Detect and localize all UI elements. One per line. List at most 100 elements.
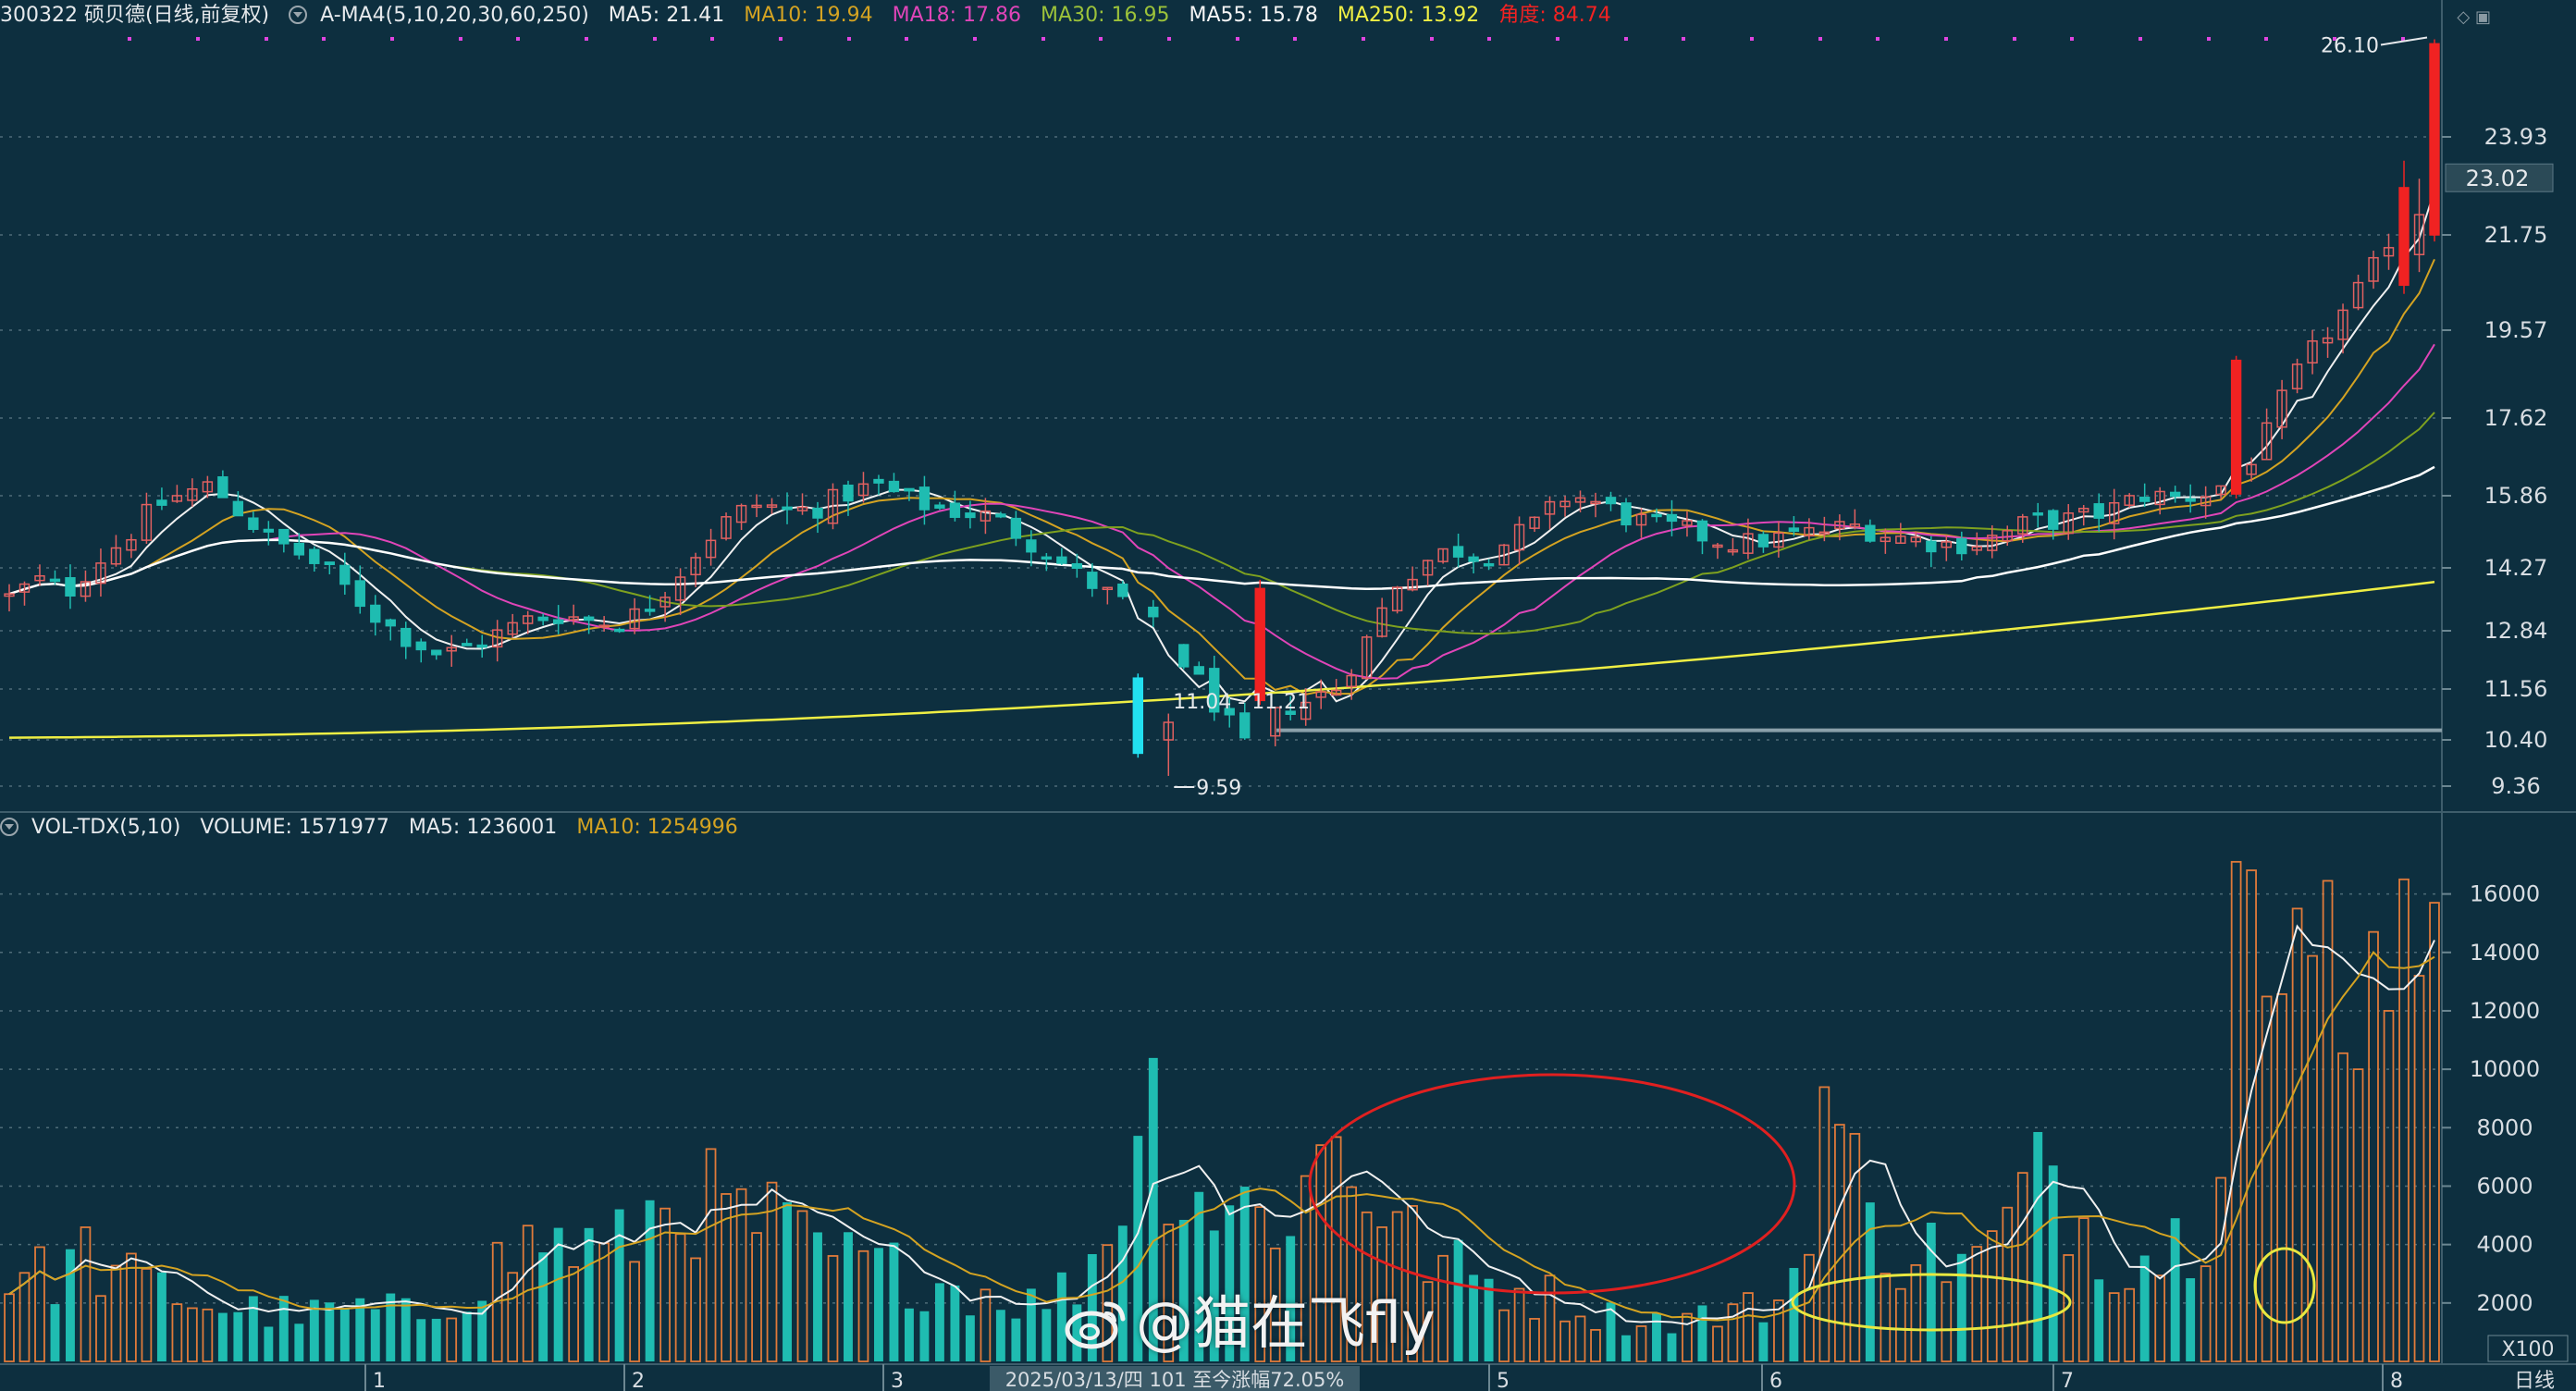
volume-bar: [1865, 1202, 1875, 1361]
signal-dot: [2013, 37, 2016, 41]
candle-body: [462, 643, 473, 646]
candle-body: [1087, 572, 1098, 589]
x-month-label: 8: [2390, 1370, 2403, 1391]
volume-bar: [141, 1268, 153, 1362]
volume-bar: [248, 1296, 258, 1361]
volume-bar: [1041, 1309, 1052, 1361]
signal-dot: [2207, 37, 2211, 41]
volume-bar: [2276, 993, 2287, 1362]
x-month-label: 5: [1497, 1370, 1510, 1391]
panel-controls[interactable]: ◇ ▣: [2457, 7, 2491, 27]
stock-chart-svg[interactable]: 23.93 21.75 19.57 17.62 15.86 14.27 12.84 11.56…: [0, 0, 2576, 1391]
volume-bar: [1544, 1274, 1556, 1362]
volume-bar: [2154, 1274, 2166, 1362]
candle-body: [1483, 562, 1495, 567]
volume-bar: [1513, 1287, 1525, 1362]
volume-bar: [2398, 878, 2410, 1362]
volume-axis-label: 6000: [2476, 1173, 2533, 1199]
signal-dot: [905, 37, 908, 41]
volume-bar: [1635, 1325, 1647, 1362]
volume-bar: [264, 1326, 274, 1361]
weibo-watermark: @猫在飞fly: [1064, 1276, 1436, 1360]
volume-bar: [2139, 1255, 2150, 1361]
current-price-tag: 23.02: [2466, 166, 2530, 191]
chart-stage[interactable]: 23.93 21.75 19.57 17.62 15.86 14.27 12.84 11.56…: [0, 0, 2576, 1391]
volume-bar: [1498, 1309, 1510, 1362]
volume-panel-header: VOL-TDX(5,10) VOLUME: 1571977 MA5: 12360…: [0, 814, 751, 842]
volume-bar: [1941, 1281, 1953, 1362]
price-axis-label: 9.36: [2491, 773, 2540, 799]
price-axis-label: 14.27: [2484, 555, 2548, 581]
volume-bar: [1484, 1278, 1494, 1361]
weibo-icon: [1065, 1301, 1126, 1349]
signal-dot: [1750, 37, 1754, 41]
ma30-value: MA30: 16.95: [1041, 4, 1170, 27]
volume-bar: [233, 1311, 243, 1361]
volume-axis-label: 14000: [2470, 940, 2540, 966]
volume-bar: [2170, 1218, 2180, 1361]
candle-body: [1696, 520, 1708, 542]
volume-bar: [1971, 1246, 1983, 1362]
volume-axis-label: 4000: [2476, 1232, 2533, 1258]
volume-bar: [462, 1311, 472, 1361]
candle-body: [415, 641, 426, 651]
volume-bar: [919, 1311, 930, 1361]
candle-body: [401, 627, 412, 647]
volume-bar: [751, 1232, 762, 1362]
candle-body: [278, 528, 290, 545]
volume-bar: [2048, 1165, 2058, 1361]
signal-dot: [1624, 37, 1628, 41]
volume-bar: [2186, 1278, 2196, 1361]
volume-bar: [889, 1242, 899, 1361]
volume-bar: [1727, 1303, 1739, 1362]
signal-dot: [128, 37, 131, 41]
red-circle-annotation: [1308, 1073, 1796, 1295]
volume-axis-label: 16000: [2470, 881, 2540, 907]
dropdown-icon[interactable]: [289, 6, 308, 24]
candle-body: [1757, 534, 1769, 548]
candle-body: [248, 517, 259, 530]
candle-body: [1056, 556, 1067, 564]
volume-bar: [370, 1309, 380, 1361]
candle-body: [1148, 606, 1159, 618]
ma55-line: [8, 465, 2435, 596]
window-icon[interactable]: ▣: [2475, 7, 2491, 27]
volume-bar: [339, 1308, 350, 1361]
volume-bar: [614, 1209, 624, 1361]
price-axis-label: 11.56: [2484, 676, 2548, 702]
candle-body: [965, 512, 976, 519]
candle-body: [537, 616, 548, 622]
watermark-text: @猫在飞fly: [1136, 1289, 1436, 1357]
volume-bar: [110, 1264, 122, 1362]
volume-ma5-line: [8, 924, 2435, 1325]
signal-dot: [2070, 37, 2074, 41]
volume-bar: [4, 1293, 15, 1362]
candle-body: [1605, 497, 1617, 505]
signal-dot: [1099, 37, 1103, 41]
volume-bar: [1621, 1335, 1631, 1361]
candle-body: [2398, 187, 2410, 287]
volume-bar: [2016, 1172, 2028, 1362]
volume-bar: [2077, 1217, 2089, 1362]
candle-body: [2429, 43, 2440, 236]
candle-body: [324, 561, 335, 565]
volume-bar: [2352, 1068, 2364, 1362]
x-month-label: 7: [2061, 1370, 2074, 1391]
dropdown-icon[interactable]: [0, 818, 18, 836]
signal-dot: [710, 37, 714, 41]
candle-body: [385, 619, 396, 627]
volume-bar: [1011, 1318, 1021, 1361]
volume-bar: [690, 1257, 701, 1362]
candle-body: [2138, 497, 2151, 502]
price-axis-label: 21.75: [2484, 222, 2548, 248]
diamond-icon[interactable]: ◇: [2457, 7, 2470, 27]
signal-dot: [1818, 37, 1822, 41]
high-annotation: 26.10: [2321, 34, 2379, 57]
ma-indicator-name[interactable]: A-MA4(5,10,20,30,60,250): [320, 4, 589, 27]
vol-indicator-name[interactable]: VOL-TDX(5,10): [31, 816, 180, 839]
signal-dot: [1293, 37, 1297, 41]
volume-bar: [2368, 930, 2379, 1362]
volume-bar: [645, 1200, 655, 1361]
volume-bar: [844, 1232, 853, 1361]
candle-body: [49, 578, 61, 583]
